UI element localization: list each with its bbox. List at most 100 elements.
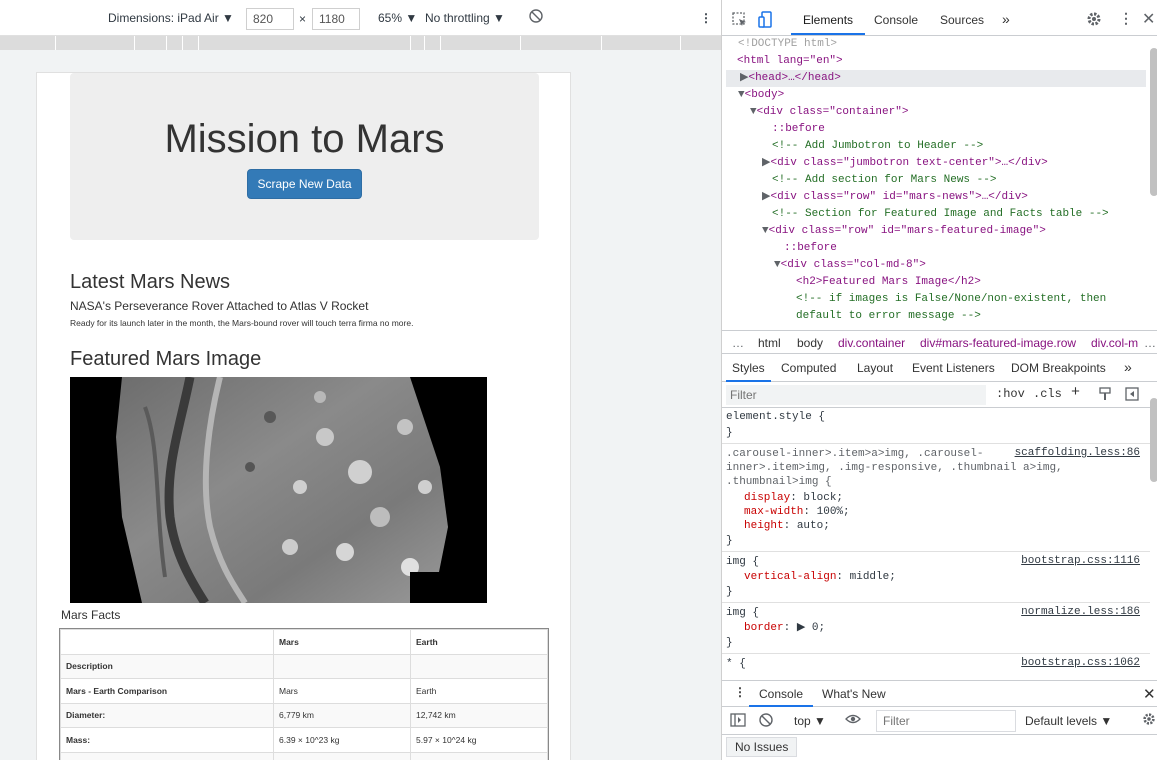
rule-selector[interactable]: * { <box>726 657 746 671</box>
drawer-tab-whats-new[interactable]: What's New <box>822 687 886 701</box>
dimensions-dropdown[interactable]: Dimensions: iPad Air ▼ <box>108 11 234 25</box>
style-property[interactable]: vertical-align: middle; <box>744 570 896 584</box>
issues-button[interactable]: No Issues <box>726 737 798 757</box>
close-drawer-icon[interactable]: ✕ <box>1143 685 1156 703</box>
paint-brush-icon[interactable] <box>1098 387 1112 404</box>
device-toolbar: Dimensions: iPad Air ▼ × 65% ▼ No thrott… <box>0 0 721 36</box>
width-input[interactable] <box>246 8 294 30</box>
rule-source-link[interactable]: normalize.less:186 <box>1021 606 1140 618</box>
more-tabs-icon[interactable]: » <box>1002 11 1010 27</box>
dom-line[interactable]: default to error message --> <box>796 308 981 325</box>
style-property[interactable]: max-width: 100%; <box>744 505 850 519</box>
jumbotron: Mission to Mars Scrape New Data <box>70 73 539 240</box>
drawer-menu-icon[interactable]: ⋮ <box>734 685 746 699</box>
rule-source-link[interactable]: scaffolding.less:86 <box>1015 447 1140 459</box>
dom-line[interactable]: <!-- Section for Featured Image and Fact… <box>772 206 1109 223</box>
times-sign: × <box>299 12 307 26</box>
tab-styles[interactable]: Styles <box>726 361 771 382</box>
table-cell: Description <box>60 653 274 679</box>
table-row <box>60 751 548 760</box>
log-levels-dropdown[interactable]: Default levels ▼ <box>1025 714 1112 728</box>
dom-line[interactable]: ::before <box>772 121 825 138</box>
console-sidebar-icon[interactable] <box>730 713 746 730</box>
more-options-icon[interactable]: ⋮ <box>700 11 712 25</box>
context-selector[interactable]: top ▼ <box>794 714 826 728</box>
gear-icon[interactable] <box>1086 11 1102 30</box>
tab-console[interactable]: Console <box>874 13 918 27</box>
tab-sources[interactable]: Sources <box>940 13 984 27</box>
breadcrumb-item[interactable]: body <box>797 336 823 350</box>
styles-scrollbar[interactable] <box>1150 398 1157 482</box>
style-property[interactable]: height: auto; <box>744 519 830 533</box>
zoom-dropdown[interactable]: 65% ▼ <box>378 11 417 25</box>
tab-dom-breakpoints[interactable]: DOM Breakpoints <box>1011 361 1106 375</box>
throttling-dropdown[interactable]: No throttling ▼ <box>425 11 505 25</box>
table-cell: 12,742 km <box>410 702 548 728</box>
dom-scrollbar[interactable] <box>1150 48 1157 196</box>
table-cell: Earth <box>410 629 548 655</box>
clear-console-icon[interactable] <box>759 713 773 730</box>
dom-line[interactable]: ▼<body> <box>738 87 784 104</box>
dom-line[interactable]: ▼<div class="col-md-8"> <box>774 257 926 274</box>
tab-layout[interactable]: Layout <box>857 361 893 375</box>
rule-source-link[interactable]: bootstrap.css:1062 <box>1021 657 1140 669</box>
table-cell <box>410 653 548 679</box>
device-toggle-icon[interactable] <box>758 11 774 32</box>
dom-line[interactable]: <!DOCTYPE html> <box>738 36 837 53</box>
inspect-element-icon[interactable] <box>732 12 748 31</box>
breadcrumb-ellipsis[interactable]: … <box>732 336 744 350</box>
dom-line[interactable]: ▶<div class="row" id="mars-news">…</div> <box>762 189 1028 206</box>
device-emulation-pane: Dimensions: iPad Air ▼ × 65% ▼ No thrott… <box>0 0 721 760</box>
rule-selector[interactable]: element.style { <box>726 410 825 424</box>
table-cell <box>273 653 411 679</box>
dom-line[interactable]: ▶<div class="jumbotron text-center">…</d… <box>762 155 1048 172</box>
kebab-menu-icon[interactable]: ⋮ <box>1119 10 1133 27</box>
breadcrumb-item[interactable]: html <box>758 336 781 350</box>
tab-elements[interactable]: Elements <box>790 13 866 35</box>
dom-line-selected[interactable]: ▶<head>…</head> <box>726 70 1146 87</box>
breadcrumb-ellipsis[interactable]: … <box>1144 336 1156 350</box>
media-query-ruler[interactable] <box>0 36 721 50</box>
dom-line[interactable]: <!-- Add Jumbotron to Header --> <box>772 138 983 155</box>
dom-line[interactable]: <!-- if images is False/None/non-existen… <box>796 291 1106 308</box>
rotate-icon[interactable] <box>529 9 543 26</box>
close-icon[interactable]: ✕ <box>1142 9 1155 29</box>
console-toolbar: top ▼ Default levels ▼ <box>722 707 1157 735</box>
breadcrumb-item[interactable]: div#mars-featured-image.row <box>920 336 1076 350</box>
scrape-new-data-button[interactable]: Scrape New Data <box>247 169 362 199</box>
toggle-sidebar-icon[interactable] <box>1125 387 1139 404</box>
more-subtabs-icon[interactable]: » <box>1124 359 1132 375</box>
hover-state-toggle[interactable]: :hov <box>996 387 1025 401</box>
dom-line[interactable]: ▼<div class="row" id="mars-featured-imag… <box>762 223 1046 240</box>
rule-selector[interactable]: .carousel-inner>.item>a>img, .carousel- <box>726 447 983 461</box>
add-rule-icon[interactable]: + <box>1071 384 1080 401</box>
tab-computed[interactable]: Computed <box>781 361 836 375</box>
dom-line[interactable]: <h2>Featured Mars Image</h2> <box>796 274 981 291</box>
console-settings-gear-icon[interactable] <box>1142 712 1156 729</box>
rule-selector[interactable]: img { <box>726 606 759 620</box>
rule-selector[interactable]: .thumbnail>img { <box>726 475 832 489</box>
style-property[interactable]: border: ▶ 0; <box>744 621 825 635</box>
dom-line[interactable]: <html lang="en"> <box>737 53 843 70</box>
styles-subtabs: Styles Computed Layout Event Listeners D… <box>722 354 1157 382</box>
table-cell: 6.39 × 10^23 kg <box>273 727 411 753</box>
rule-close: } <box>726 535 733 547</box>
class-toggle[interactable]: .cls <box>1033 387 1062 401</box>
tab-event-listeners[interactable]: Event Listeners <box>912 361 995 375</box>
styles-filter-input[interactable] <box>726 385 986 405</box>
dom-line[interactable]: ::before <box>784 240 837 257</box>
dom-line[interactable]: <!-- Add section for Mars News --> <box>772 172 996 189</box>
height-input[interactable] <box>312 8 360 30</box>
eye-icon[interactable] <box>845 712 861 729</box>
page-viewport: Mission to Mars Scrape New Data Latest M… <box>36 72 571 760</box>
console-filter-input[interactable] <box>876 710 1016 732</box>
breadcrumb-item[interactable]: div.col-m <box>1091 336 1138 350</box>
drawer-tab-console[interactable]: Console <box>748 687 814 707</box>
style-property[interactable]: display: block; <box>744 491 843 505</box>
rule-source-link[interactable]: bootstrap.css:1116 <box>1021 555 1140 567</box>
rule-selector[interactable]: inner>.item>img, .img-responsive, .thumb… <box>726 461 1063 475</box>
style-rule-img-normalize: img { normalize.less:186 border: ▶ 0; } <box>722 603 1150 654</box>
dom-line[interactable]: ▼<div class="container"> <box>750 104 908 121</box>
breadcrumb-item[interactable]: div.container <box>838 336 905 350</box>
rule-selector[interactable]: img { <box>726 555 759 569</box>
